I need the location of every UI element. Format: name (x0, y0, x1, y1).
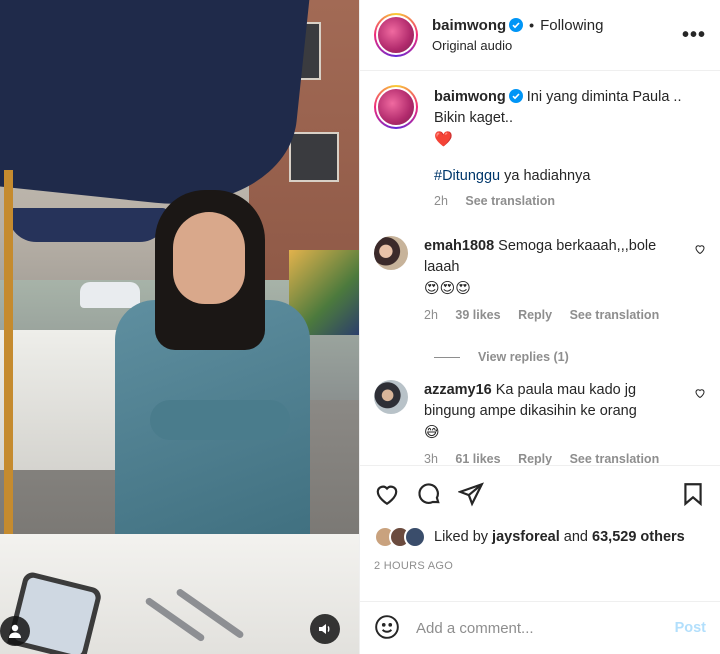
comment-likes[interactable]: 39 likes (455, 308, 500, 322)
hashtag-link[interactable]: #Ditunggu (434, 168, 500, 184)
action-bar (360, 466, 720, 522)
add-comment-bar: Post (360, 601, 720, 654)
caption: baimwong Ini yang diminta Paula .. Bikin… (374, 85, 706, 212)
caption-text-tail: ya hadiahnya (500, 168, 591, 184)
comment-username[interactable]: emah1808 (424, 238, 494, 254)
post-panel: baimwong • Following Original audio ••• ba… (359, 0, 720, 654)
user-icon (9, 624, 21, 638)
speaker-icon (319, 624, 330, 634)
view-replies-label: View replies (1) (478, 350, 569, 364)
emoji-smiley-icon[interactable] (374, 614, 400, 643)
audio-label[interactable]: Original audio (432, 38, 682, 53)
liked-by-prefix: Liked by (434, 529, 489, 545)
verified-badge-icon (509, 18, 524, 32)
replies-line (434, 356, 460, 358)
caption-time[interactable]: 2h (434, 194, 448, 208)
liked-by-user[interactable]: jaysforeal (492, 529, 560, 545)
comment: azzamy16 Ka paula mau kado jg bingung am… (374, 380, 706, 465)
see-translation-link[interactable]: See translation (465, 194, 555, 208)
comment-username[interactable]: azzamy16 (424, 382, 492, 398)
post-button[interactable]: Post (675, 620, 706, 636)
comment-time[interactable]: 2h (424, 308, 438, 322)
like-heart-icon[interactable] (374, 481, 400, 507)
likes-summary: Liked by jaysforeal and 63,529 others (360, 522, 720, 552)
woman-figure (115, 190, 325, 550)
umbrella-pole (4, 170, 13, 570)
comment-bubble-icon[interactable] (416, 481, 442, 507)
liked-by-middle: and (563, 529, 588, 545)
post-video[interactable] (0, 0, 359, 654)
see-translation-link[interactable]: See translation (570, 452, 660, 465)
comment-time[interactable]: 3h (424, 452, 438, 465)
comment-emojis: 😍😍😍 (424, 279, 471, 297)
like-comment-heart-icon[interactable] (694, 386, 706, 399)
comment-emojis: 😅 (424, 423, 440, 441)
liker-avatars[interactable] (374, 526, 426, 548)
separator-dot: • (529, 17, 535, 33)
commenter-avatar[interactable] (374, 380, 408, 414)
cutlery (140, 587, 250, 648)
likes-count[interactable]: 63,529 others (592, 529, 685, 545)
see-translation-link[interactable]: See translation (570, 308, 660, 322)
instagram-post-view: baimwong • Following Original audio ••• ba… (0, 0, 720, 654)
more-options-icon[interactable]: ••• (682, 24, 706, 47)
post-header: baimwong • Following Original audio ••• (360, 0, 720, 71)
share-paper-plane-icon[interactable] (456, 481, 484, 507)
like-comment-heart-icon[interactable] (694, 242, 706, 255)
post-timestamp[interactable]: 2 HOURS AGO (360, 552, 720, 592)
view-replies-button[interactable]: View replies (1) (434, 350, 706, 364)
avatar[interactable] (374, 13, 418, 57)
reply-button[interactable]: Reply (518, 308, 552, 322)
reply-button[interactable]: Reply (518, 452, 552, 465)
mute-button[interactable] (310, 614, 340, 644)
header-username[interactable]: baimwong (432, 17, 506, 34)
caption-avatar[interactable] (374, 85, 418, 129)
heart-emoji: ❤️ (434, 130, 453, 148)
tagged-user-button[interactable] (0, 616, 30, 646)
caption-username[interactable]: baimwong (434, 89, 506, 105)
save-bookmark-icon[interactable] (680, 481, 706, 507)
verified-badge-icon (508, 89, 523, 103)
comment: emah1808 Semoga berkaaah,,,bole laaah 😍😍… (374, 236, 706, 326)
comment-input[interactable] (416, 619, 675, 637)
comments-list: baimwong Ini yang diminta Paula .. Bikin… (360, 71, 720, 466)
comment-likes[interactable]: 61 likes (455, 452, 500, 465)
following-button[interactable]: Following (540, 17, 603, 34)
commenter-avatar[interactable] (374, 236, 408, 270)
